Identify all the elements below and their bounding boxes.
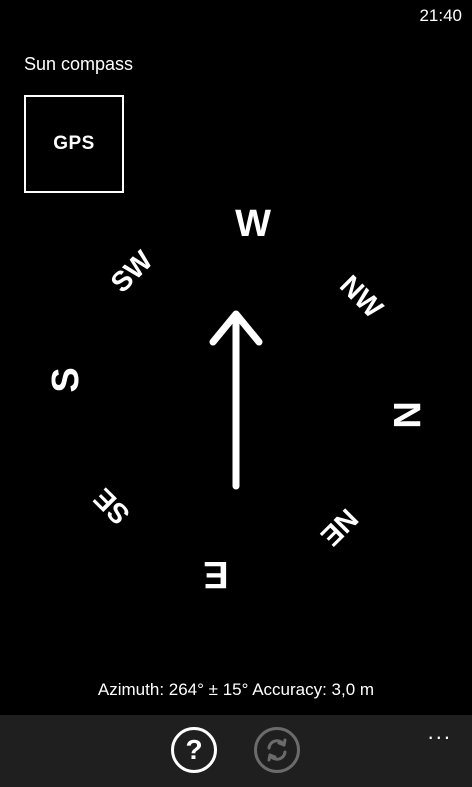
help-button[interactable]: ? xyxy=(171,727,217,773)
compass-label-w: W xyxy=(235,203,271,245)
compass-label-ne: NE xyxy=(315,503,364,552)
refresh-icon xyxy=(267,738,287,762)
compass-label-se: SE xyxy=(87,482,135,530)
gps-button[interactable]: GPS xyxy=(24,95,124,193)
more-options-button[interactable]: ... xyxy=(428,721,452,743)
refresh-button[interactable] xyxy=(254,727,300,773)
status-time: 21:40 xyxy=(419,6,462,25)
app-title: Sun compass xyxy=(24,54,134,74)
compass-label-n: N xyxy=(385,401,427,428)
app-bar: ? ... xyxy=(0,715,472,787)
help-circle-icon: ? xyxy=(185,734,203,765)
compass-label-sw: SW xyxy=(105,244,159,298)
gps-button-label: GPS xyxy=(53,133,95,154)
azimuth-readout: Azimuth: 264° ± 15° Accuracy: 3,0 m xyxy=(97,680,375,699)
compass-label-nw: NW xyxy=(334,269,389,324)
compass-label-s: S xyxy=(45,367,87,392)
compass-label-e: E xyxy=(203,553,228,595)
compass-needle-arrow xyxy=(209,310,263,490)
